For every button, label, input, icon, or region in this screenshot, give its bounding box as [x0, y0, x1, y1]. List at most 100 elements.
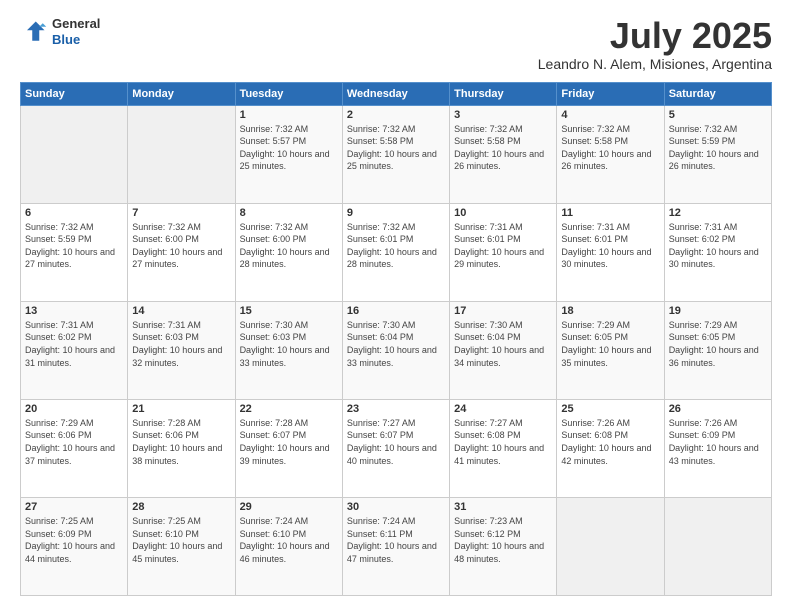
- day-number: 5: [669, 109, 767, 121]
- weekday-header-monday: Monday: [128, 82, 235, 105]
- day-number: 9: [347, 207, 445, 219]
- day-info: Sunrise: 7:24 AM Sunset: 6:11 PM Dayligh…: [347, 515, 445, 565]
- calendar-cell: 15Sunrise: 7:30 AM Sunset: 6:03 PM Dayli…: [235, 301, 342, 399]
- day-number: 30: [347, 501, 445, 513]
- day-info: Sunrise: 7:28 AM Sunset: 6:07 PM Dayligh…: [240, 417, 338, 467]
- day-number: 29: [240, 501, 338, 513]
- calendar-cell: 2Sunrise: 7:32 AM Sunset: 5:58 PM Daylig…: [342, 105, 449, 203]
- header: General Blue July 2025 Leandro N. Alem, …: [20, 16, 772, 72]
- day-number: 21: [132, 403, 230, 415]
- calendar-cell: 28 Sunrise: 7:25 AM Sunset: 6:10 PM Dayli…: [128, 497, 235, 595]
- calendar-cell: 22 Sunrise: 7:28 AM Sunset: 6:07 PM Dayli…: [235, 399, 342, 497]
- day-number: 22: [240, 403, 338, 415]
- day-info: Sunrise: 7:32 AM Sunset: 6:00 PM Dayligh…: [132, 221, 230, 271]
- location-subtitle: Leandro N. Alem, Misiones, Argentina: [538, 56, 772, 72]
- day-info: Sunrise: 7:31 AM Sunset: 6:02 PM Dayligh…: [25, 319, 123, 369]
- calendar-cell: 7 Sunrise: 7:32 AM Sunset: 6:00 PM Daylig…: [128, 203, 235, 301]
- calendar-cell: 12Sunrise: 7:31 AM Sunset: 6:02 PM Dayli…: [664, 203, 771, 301]
- logo-icon: [20, 18, 48, 46]
- calendar-cell: 23 Sunrise: 7:27 AM Sunset: 6:07 PM Dayli…: [342, 399, 449, 497]
- day-info: Sunrise: 7:31 AM Sunset: 6:03 PM Dayligh…: [132, 319, 230, 369]
- day-info: Sunrise: 7:25 AM Sunset: 6:10 PM Dayligh…: [132, 515, 230, 565]
- title-area: July 2025 Leandro N. Alem, Misiones, Arg…: [538, 16, 772, 72]
- weekday-header-saturday: Saturday: [664, 82, 771, 105]
- week-row-5: 27 Sunrise: 7:25 AM Sunset: 6:09 PM Dayli…: [21, 497, 772, 595]
- week-row-4: 20 Sunrise: 7:29 AM Sunset: 6:06 PM Dayli…: [21, 399, 772, 497]
- calendar-cell: [21, 105, 128, 203]
- calendar-cell: 9 Sunrise: 7:32 AM Sunset: 6:01 PM Daylig…: [342, 203, 449, 301]
- day-info: Sunrise: 7:29 AM Sunset: 6:06 PM Dayligh…: [25, 417, 123, 467]
- day-number: 27: [25, 501, 123, 513]
- calendar-cell: 25Sunrise: 7:26 AM Sunset: 6:08 PM Dayli…: [557, 399, 664, 497]
- calendar-cell: [664, 497, 771, 595]
- calendar-cell: 26Sunrise: 7:26 AM Sunset: 6:09 PM Dayli…: [664, 399, 771, 497]
- calendar-cell: 31Sunrise: 7:23 AM Sunset: 6:12 PM Dayli…: [450, 497, 557, 595]
- calendar-cell: 5 Sunrise: 7:32 AM Sunset: 5:59 PM Daylig…: [664, 105, 771, 203]
- day-number: 23: [347, 403, 445, 415]
- calendar-cell: 24Sunrise: 7:27 AM Sunset: 6:08 PM Dayli…: [450, 399, 557, 497]
- day-info: Sunrise: 7:31 AM Sunset: 6:01 PM Dayligh…: [561, 221, 659, 271]
- day-info: Sunrise: 7:27 AM Sunset: 6:08 PM Dayligh…: [454, 417, 552, 467]
- day-number: 19: [669, 305, 767, 317]
- calendar-cell: 13 Sunrise: 7:31 AM Sunset: 6:02 PM Dayli…: [21, 301, 128, 399]
- day-info: Sunrise: 7:32 AM Sunset: 5:57 PM Dayligh…: [240, 123, 338, 173]
- calendar-cell: 6 Sunrise: 7:32 AM Sunset: 5:59 PM Daylig…: [21, 203, 128, 301]
- day-info: Sunrise: 7:30 AM Sunset: 6:04 PM Dayligh…: [454, 319, 552, 369]
- calendar-cell: 4 Sunrise: 7:32 AM Sunset: 5:58 PM Daylig…: [557, 105, 664, 203]
- day-info: Sunrise: 7:32 AM Sunset: 5:58 PM Dayligh…: [454, 123, 552, 173]
- page: General Blue July 2025 Leandro N. Alem, …: [0, 0, 792, 612]
- day-number: 6: [25, 207, 123, 219]
- weekday-header-sunday: Sunday: [21, 82, 128, 105]
- day-info: Sunrise: 7:32 AM Sunset: 5:58 PM Dayligh…: [561, 123, 659, 173]
- weekday-header-wednesday: Wednesday: [342, 82, 449, 105]
- week-row-2: 6 Sunrise: 7:32 AM Sunset: 5:59 PM Daylig…: [21, 203, 772, 301]
- day-info: Sunrise: 7:29 AM Sunset: 6:05 PM Dayligh…: [561, 319, 659, 369]
- day-number: 16: [347, 305, 445, 317]
- day-number: 7: [132, 207, 230, 219]
- day-info: Sunrise: 7:31 AM Sunset: 6:02 PM Dayligh…: [669, 221, 767, 271]
- day-info: Sunrise: 7:31 AM Sunset: 6:01 PM Dayligh…: [454, 221, 552, 271]
- calendar-cell: 18Sunrise: 7:29 AM Sunset: 6:05 PM Dayli…: [557, 301, 664, 399]
- day-number: 3: [454, 109, 552, 121]
- calendar-cell: 30 Sunrise: 7:24 AM Sunset: 6:11 PM Dayli…: [342, 497, 449, 595]
- day-info: Sunrise: 7:32 AM Sunset: 6:01 PM Dayligh…: [347, 221, 445, 271]
- day-info: Sunrise: 7:30 AM Sunset: 6:03 PM Dayligh…: [240, 319, 338, 369]
- calendar-cell: 17Sunrise: 7:30 AM Sunset: 6:04 PM Dayli…: [450, 301, 557, 399]
- month-title: July 2025: [538, 16, 772, 56]
- day-info: Sunrise: 7:25 AM Sunset: 6:09 PM Dayligh…: [25, 515, 123, 565]
- day-info: Sunrise: 7:24 AM Sunset: 6:10 PM Dayligh…: [240, 515, 338, 565]
- day-info: Sunrise: 7:32 AM Sunset: 5:59 PM Dayligh…: [25, 221, 123, 271]
- calendar-cell: 29 Sunrise: 7:24 AM Sunset: 6:10 PM Dayli…: [235, 497, 342, 595]
- day-info: Sunrise: 7:32 AM Sunset: 5:58 PM Dayligh…: [347, 123, 445, 173]
- calendar-cell: 8 Sunrise: 7:32 AM Sunset: 6:00 PM Daylig…: [235, 203, 342, 301]
- day-info: Sunrise: 7:30 AM Sunset: 6:04 PM Dayligh…: [347, 319, 445, 369]
- calendar-cell: 1Sunrise: 7:32 AM Sunset: 5:57 PM Daylig…: [235, 105, 342, 203]
- calendar-cell: 16 Sunrise: 7:30 AM Sunset: 6:04 PM Dayli…: [342, 301, 449, 399]
- weekday-header-thursday: Thursday: [450, 82, 557, 105]
- day-info: Sunrise: 7:29 AM Sunset: 6:05 PM Dayligh…: [669, 319, 767, 369]
- calendar-cell: 11 Sunrise: 7:31 AM Sunset: 6:01 PM Dayli…: [557, 203, 664, 301]
- day-number: 13: [25, 305, 123, 317]
- week-row-1: 1Sunrise: 7:32 AM Sunset: 5:57 PM Daylig…: [21, 105, 772, 203]
- logo: General Blue: [20, 16, 100, 47]
- calendar-cell: 27 Sunrise: 7:25 AM Sunset: 6:09 PM Dayli…: [21, 497, 128, 595]
- calendar-cell: 19 Sunrise: 7:29 AM Sunset: 6:05 PM Dayli…: [664, 301, 771, 399]
- day-number: 20: [25, 403, 123, 415]
- weekday-header-row: SundayMondayTuesdayWednesdayThursdayFrid…: [21, 82, 772, 105]
- weekday-header-tuesday: Tuesday: [235, 82, 342, 105]
- logo-text: General Blue: [52, 16, 100, 47]
- day-number: 11: [561, 207, 659, 219]
- day-info: Sunrise: 7:32 AM Sunset: 5:59 PM Dayligh…: [669, 123, 767, 173]
- calendar-cell: 3 Sunrise: 7:32 AM Sunset: 5:58 PM Daylig…: [450, 105, 557, 203]
- day-info: Sunrise: 7:28 AM Sunset: 6:06 PM Dayligh…: [132, 417, 230, 467]
- day-number: 8: [240, 207, 338, 219]
- day-info: Sunrise: 7:32 AM Sunset: 6:00 PM Dayligh…: [240, 221, 338, 271]
- calendar-cell: 20 Sunrise: 7:29 AM Sunset: 6:06 PM Dayli…: [21, 399, 128, 497]
- weekday-header-friday: Friday: [557, 82, 664, 105]
- calendar-cell: 10 Sunrise: 7:31 AM Sunset: 6:01 PM Dayli…: [450, 203, 557, 301]
- day-info: Sunrise: 7:27 AM Sunset: 6:07 PM Dayligh…: [347, 417, 445, 467]
- calendar-cell: 21 Sunrise: 7:28 AM Sunset: 6:06 PM Dayli…: [128, 399, 235, 497]
- day-number: 4: [561, 109, 659, 121]
- day-number: 10: [454, 207, 552, 219]
- day-number: 28: [132, 501, 230, 513]
